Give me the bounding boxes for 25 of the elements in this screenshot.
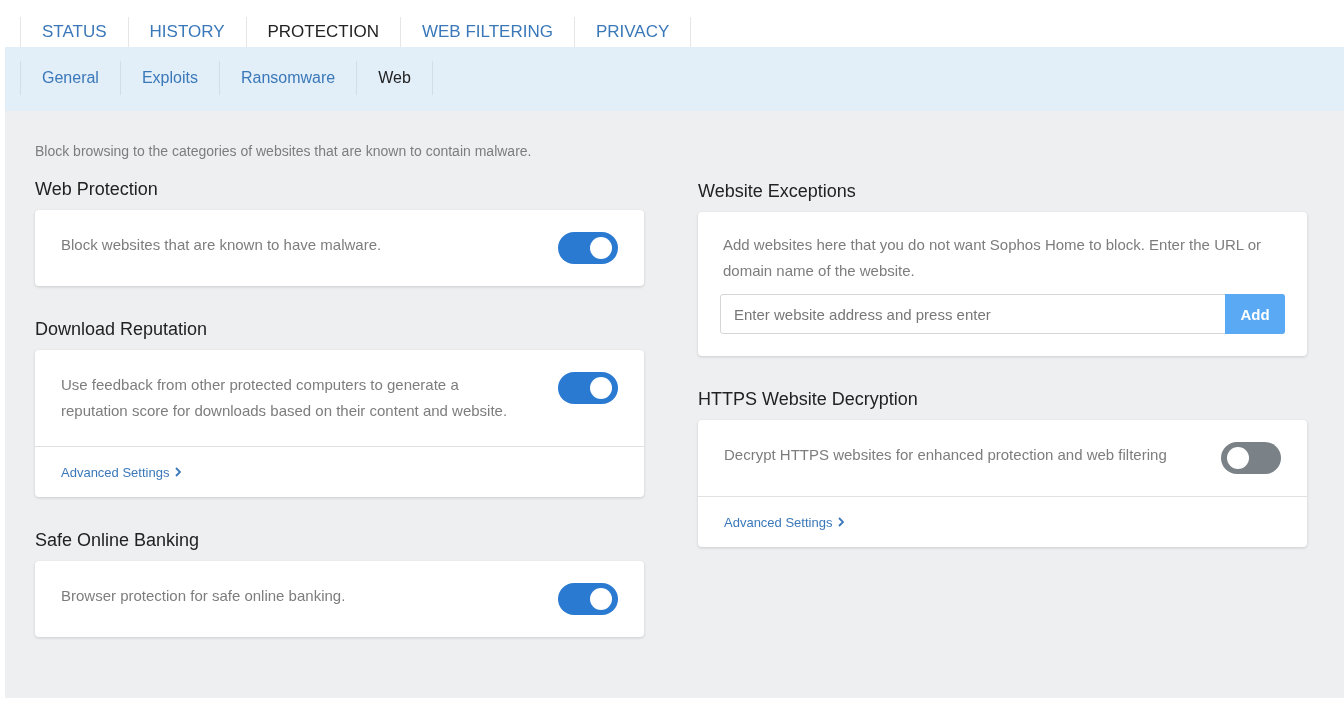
- setting-description: Use feedback from other protected computers to generate a reputation score for downloads based on their content and website.: [61, 375, 509, 421]
- section-heading: Website Exceptions: [698, 180, 857, 203]
- toggle-switch[interactable]: [1221, 442, 1281, 474]
- section-heading: Download Reputation: [35, 318, 209, 341]
- add-button[interactable]: Add: [1225, 294, 1285, 334]
- setting-description: Browser protection for safe online banking.: [61, 586, 347, 606]
- toggle-switch[interactable]: [558, 232, 618, 264]
- setting-description: Decrypt HTTPS websites for enhanced protection and web filtering: [724, 445, 1168, 465]
- section-heading: Safe Online Banking: [35, 529, 201, 552]
- section-heading: HTTPS Website Decryption: [698, 388, 919, 411]
- chevron-right-icon: [838, 517, 845, 527]
- advanced-settings-link[interactable]: Advanced Settings: [61, 464, 182, 480]
- sub-tab[interactable]: General: [20, 61, 120, 95]
- sub-tab[interactable]: Exploits: [119, 61, 219, 95]
- section-heading: Web Protection: [35, 178, 159, 201]
- advanced-settings-link[interactable]: Advanced Settings: [724, 514, 845, 530]
- setting-description: Add websites here that you do not want Sophos Home to block. Enter the URL or domain name of the website.: [722, 235, 1263, 281]
- chevron-right-icon: [175, 467, 182, 477]
- setting-description: Block websites that are known to have malware.: [61, 235, 383, 255]
- toggle-switch[interactable]: [558, 583, 618, 615]
- toggle-switch[interactable]: [558, 372, 618, 404]
- website-input-field[interactable]: Enter website address and press enter Add: [720, 294, 1285, 334]
- intro-text: Block browsing to the categories of websites that are known to contain malware.: [35, 142, 533, 161]
- sub-tab[interactable]: Web: [356, 61, 433, 95]
- sub-tab[interactable]: Ransomware: [218, 61, 357, 95]
